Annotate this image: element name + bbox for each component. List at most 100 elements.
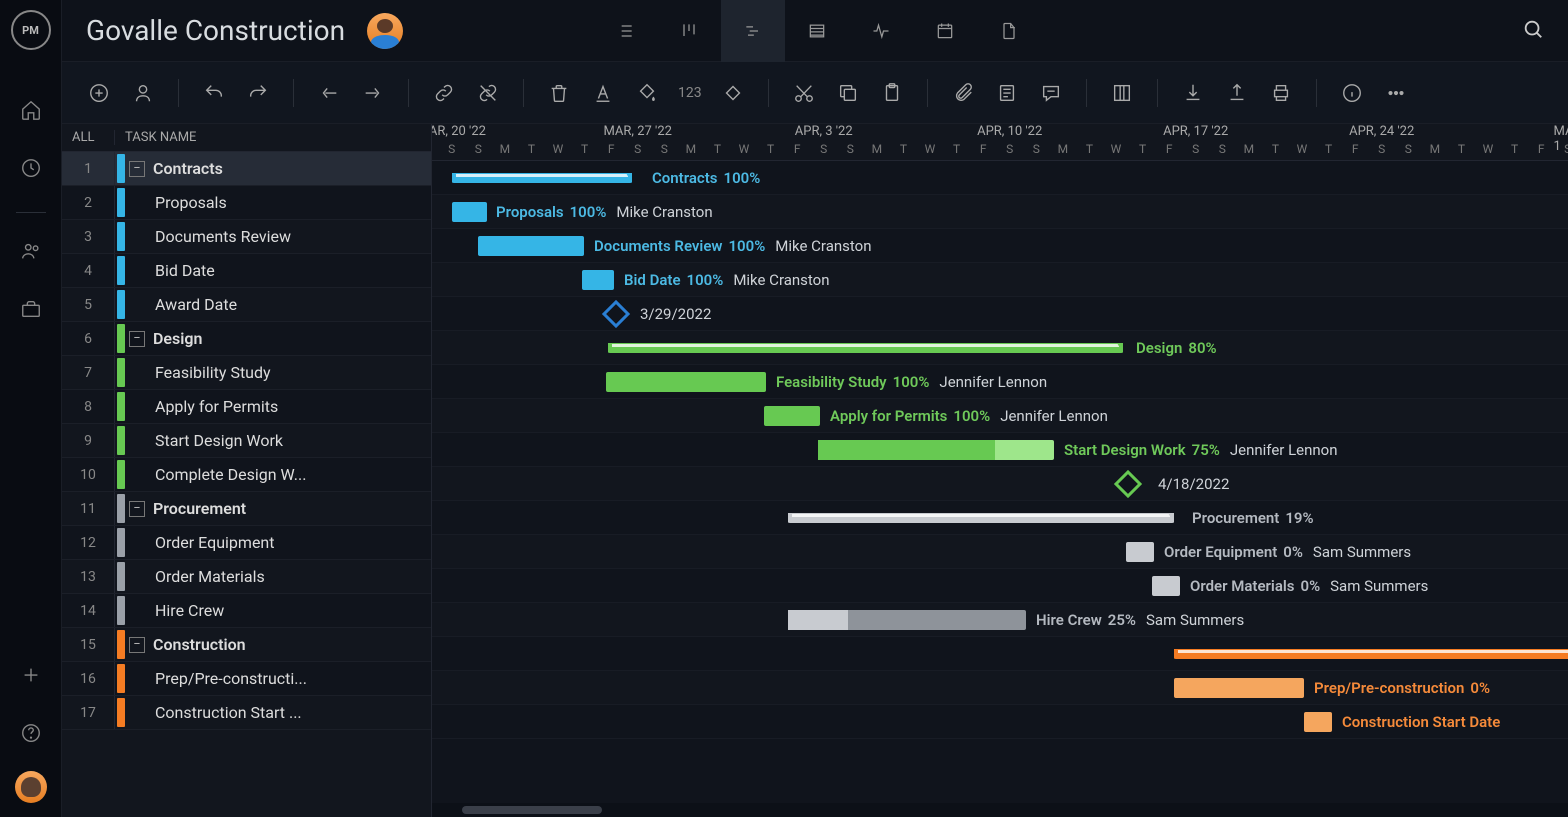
gantt-row[interactable]: Hire Crew25%Sam Summers — [432, 603, 1568, 637]
more-icon[interactable] — [1383, 80, 1409, 106]
view-activity-icon[interactable] — [849, 0, 913, 62]
task-bar[interactable] — [1126, 542, 1154, 562]
gantt-row[interactable]: 3/29/2022 — [432, 297, 1568, 331]
assign-icon[interactable] — [130, 80, 156, 106]
gantt-row[interactable] — [432, 637, 1568, 671]
gantt-row[interactable]: Contracts100% — [432, 161, 1568, 195]
search-icon[interactable] — [1522, 18, 1544, 44]
task-bar[interactable] — [1174, 678, 1304, 698]
gantt-row[interactable]: Proposals100%Mike Cranston — [432, 195, 1568, 229]
print-icon[interactable] — [1268, 80, 1294, 106]
task-row[interactable]: 9 Start Design Work — [62, 424, 431, 458]
collapse-icon[interactable]: − — [129, 501, 145, 517]
link-icon[interactable] — [431, 80, 457, 106]
gantt-row[interactable]: Construction Start Date — [432, 705, 1568, 739]
group-bar[interactable] — [1174, 649, 1568, 659]
gantt-row[interactable]: Procurement19% — [432, 501, 1568, 535]
team-icon[interactable] — [11, 231, 51, 271]
task-row[interactable]: 17 Construction Start ... — [62, 696, 431, 730]
gantt-row[interactable]: Documents Review100%Mike Cranston — [432, 229, 1568, 263]
milestone-marker[interactable] — [1114, 470, 1142, 498]
import-icon[interactable] — [1180, 80, 1206, 106]
gantt-row[interactable]: 4/18/2022 — [432, 467, 1568, 501]
view-board-icon[interactable] — [657, 0, 721, 62]
cut-icon[interactable] — [791, 80, 817, 106]
task-row[interactable]: 4 Bid Date — [62, 254, 431, 288]
user-avatar-small[interactable] — [15, 771, 47, 803]
task-bar[interactable] — [606, 372, 766, 392]
view-sheet-icon[interactable] — [785, 0, 849, 62]
unlink-icon[interactable] — [475, 80, 501, 106]
task-row[interactable]: 16 Prep/Pre-constructi... — [62, 662, 431, 696]
scrollbar-thumb[interactable] — [462, 806, 602, 814]
info-icon[interactable] — [1339, 80, 1365, 106]
project-avatar[interactable] — [367, 13, 403, 49]
notes-icon[interactable] — [994, 80, 1020, 106]
app-logo[interactable]: PM — [11, 10, 51, 50]
export-icon[interactable] — [1224, 80, 1250, 106]
group-bar[interactable] — [452, 173, 632, 183]
clock-icon[interactable] — [11, 148, 51, 188]
collapse-icon[interactable]: − — [129, 637, 145, 653]
group-bar[interactable] — [788, 513, 1174, 523]
task-row[interactable]: 13 Order Materials — [62, 560, 431, 594]
collapse-icon[interactable]: − — [129, 161, 145, 177]
task-row[interactable]: 7 Feasibility Study — [62, 356, 431, 390]
delete-icon[interactable] — [546, 80, 572, 106]
columns-icon[interactable] — [1109, 80, 1135, 106]
milestone-icon[interactable] — [720, 80, 746, 106]
tool-number-label[interactable]: 123 — [678, 85, 702, 101]
copy-icon[interactable] — [835, 80, 861, 106]
view-file-icon[interactable] — [977, 0, 1041, 62]
help-icon[interactable] — [11, 713, 51, 753]
task-row[interactable]: 11 − Procurement — [62, 492, 431, 526]
task-row[interactable]: 1 − Contracts — [62, 152, 431, 186]
gantt-row[interactable]: Start Design Work75%Jennifer Lennon — [432, 433, 1568, 467]
add-task-icon[interactable] — [86, 80, 112, 106]
view-calendar-icon[interactable] — [913, 0, 977, 62]
add-icon[interactable] — [11, 655, 51, 695]
gantt-row[interactable]: Feasibility Study100%Jennifer Lennon — [432, 365, 1568, 399]
briefcase-icon[interactable] — [11, 289, 51, 329]
undo-icon[interactable] — [201, 80, 227, 106]
task-row[interactable]: 2 Proposals — [62, 186, 431, 220]
task-bar[interactable] — [1152, 576, 1180, 596]
task-bar[interactable] — [764, 406, 820, 426]
view-gantt-icon[interactable] — [721, 0, 785, 62]
gantt-row[interactable]: Prep/Pre-construction0% — [432, 671, 1568, 705]
home-icon[interactable] — [11, 90, 51, 130]
outdent-icon[interactable] — [316, 80, 342, 106]
fill-color-icon[interactable] — [634, 80, 660, 106]
task-row[interactable]: 8 Apply for Permits — [62, 390, 431, 424]
task-row[interactable]: 6 − Design — [62, 322, 431, 356]
attachment-icon[interactable] — [950, 80, 976, 106]
milestone-marker[interactable] — [602, 300, 630, 328]
gantt-row[interactable]: Order Materials0%Sam Summers — [432, 569, 1568, 603]
gantt-row[interactable]: Design80% — [432, 331, 1568, 365]
gantt-row[interactable]: Order Equipment0%Sam Summers — [432, 535, 1568, 569]
gantt-row[interactable]: Bid Date100%Mike Cranston — [432, 263, 1568, 297]
gantt-body[interactable]: Contracts100%Proposals100%Mike CranstonD… — [432, 161, 1568, 803]
group-bar[interactable] — [608, 343, 1123, 353]
task-row[interactable]: 5 Award Date — [62, 288, 431, 322]
gantt-row[interactable]: Apply for Permits100%Jennifer Lennon — [432, 399, 1568, 433]
task-bar[interactable] — [452, 202, 487, 222]
text-color-icon[interactable] — [590, 80, 616, 106]
col-all-label[interactable]: ALL — [62, 130, 114, 145]
task-row[interactable]: 3 Documents Review — [62, 220, 431, 254]
view-list-icon[interactable] — [593, 0, 657, 62]
indent-icon[interactable] — [360, 80, 386, 106]
horizontal-scrollbar[interactable] — [432, 803, 1568, 817]
task-row[interactable]: 14 Hire Crew — [62, 594, 431, 628]
task-row[interactable]: 12 Order Equipment — [62, 526, 431, 560]
task-bar[interactable] — [478, 236, 584, 256]
task-row[interactable]: 10 Complete Design W... — [62, 458, 431, 492]
task-bar[interactable] — [582, 270, 614, 290]
collapse-icon[interactable]: − — [129, 331, 145, 347]
paste-icon[interactable] — [879, 80, 905, 106]
task-bar[interactable] — [1304, 712, 1332, 732]
task-bar[interactable] — [788, 610, 1026, 630]
task-bar[interactable] — [818, 440, 1054, 460]
task-row[interactable]: 15 − Construction — [62, 628, 431, 662]
col-taskname-label[interactable]: TASK NAME — [114, 130, 196, 145]
